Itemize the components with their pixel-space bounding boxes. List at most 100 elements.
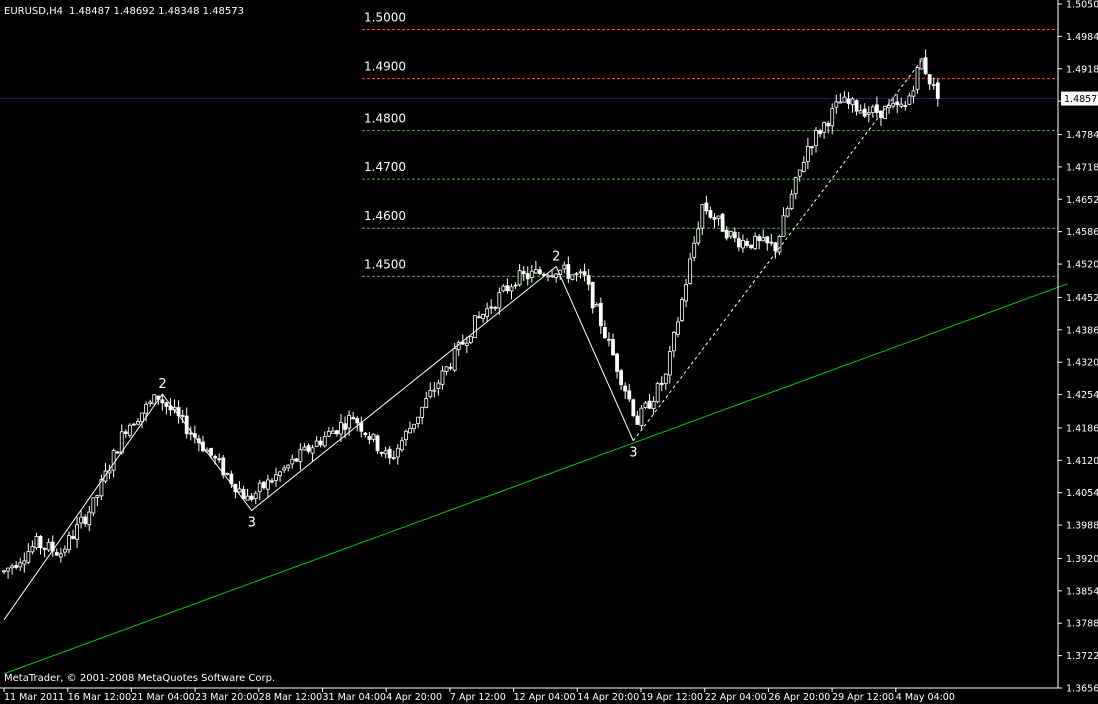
candle-body-bull bbox=[436, 382, 441, 389]
candle-body-bull bbox=[274, 474, 278, 481]
candle-body-bull bbox=[282, 467, 287, 471]
level-label-5: 1.4500 bbox=[364, 257, 406, 271]
y-tick-label: 1.44520 bbox=[1066, 293, 1098, 304]
candle-body-bull bbox=[440, 370, 445, 385]
candle-body-bull bbox=[850, 98, 855, 106]
candle-body-bull bbox=[899, 103, 904, 107]
candle-body-bull bbox=[684, 284, 688, 302]
candle-body-bull bbox=[314, 440, 319, 447]
candle-body-bull bbox=[842, 96, 847, 103]
candle bbox=[570, 274, 575, 281]
candle-body-bull bbox=[79, 516, 84, 524]
candle-body-bull bbox=[529, 270, 534, 278]
candle-body-bull bbox=[420, 406, 425, 418]
candle-body-bull bbox=[793, 177, 798, 195]
candle-body-bear bbox=[71, 536, 75, 539]
candle-body-bull bbox=[22, 560, 27, 565]
candle-body-bear bbox=[627, 390, 632, 400]
candle-body-bull bbox=[866, 112, 871, 115]
candle-body-bull bbox=[517, 270, 522, 286]
candle-body-bull bbox=[464, 342, 469, 346]
candle-body-bull bbox=[302, 446, 307, 451]
y-tick-label: 1.37880 bbox=[1066, 619, 1098, 630]
candle-body-bull bbox=[676, 321, 680, 335]
candle-body-bear bbox=[335, 430, 339, 435]
candle-body-bear bbox=[525, 273, 530, 280]
candle-body-bear bbox=[736, 238, 741, 248]
candle-body-bear bbox=[635, 415, 640, 425]
candle-body-bull bbox=[404, 430, 408, 441]
candle-body-bull bbox=[497, 292, 502, 309]
candle-body-bear bbox=[225, 472, 230, 475]
candle-body-bear bbox=[903, 105, 908, 107]
candle-body-bear bbox=[875, 104, 879, 113]
candle-body-bear bbox=[582, 271, 587, 276]
candle-body-bear bbox=[160, 399, 165, 404]
candle-body-bull bbox=[330, 430, 335, 434]
candle-body-bear bbox=[818, 130, 822, 135]
candle-body-bull bbox=[322, 436, 327, 447]
candle-body-bear bbox=[54, 552, 59, 556]
candle-body-bull bbox=[408, 427, 412, 434]
level-label-3: 1.4700 bbox=[364, 160, 406, 174]
candle-body-bull bbox=[801, 162, 806, 172]
candle-body-bull bbox=[680, 299, 684, 321]
candle-body-bull bbox=[509, 286, 514, 292]
candle-body-bear bbox=[862, 108, 867, 117]
candle-body-bear bbox=[306, 445, 311, 452]
chart-background bbox=[0, 0, 1098, 704]
candle-body-bear bbox=[854, 100, 859, 112]
candle bbox=[919, 58, 924, 70]
candle-body-bear bbox=[489, 306, 494, 309]
candle-body-bull bbox=[424, 398, 429, 408]
candle-body-bear bbox=[935, 82, 940, 99]
x-tick-label: 16 Mar 12:00 bbox=[68, 692, 131, 703]
candle-body-bull bbox=[594, 304, 599, 307]
candle-body-bear bbox=[631, 399, 636, 417]
candle-body-bear bbox=[846, 98, 851, 104]
price-chart[interactable]: 1.5000 1.4900 1.4800 1.4700 1.4600 1.4500 2 3 2… bbox=[0, 0, 1098, 704]
x-tick-label: 21 Mar 04:00 bbox=[131, 692, 194, 703]
candle-body-bull bbox=[95, 495, 100, 498]
candle-body-bear bbox=[757, 236, 762, 242]
candle-body-bear bbox=[773, 242, 778, 252]
candle-body-bear bbox=[607, 338, 611, 341]
candle-body-bull bbox=[91, 497, 96, 514]
candle-body-bull bbox=[473, 315, 477, 338]
x-tick-label: 29 Apr 12:00 bbox=[832, 692, 894, 703]
candle-body-bull bbox=[395, 447, 400, 458]
candle-body-bear bbox=[566, 264, 571, 279]
candle-body-bear bbox=[611, 339, 615, 356]
chart-ohlc-label: 1.48487 1.48692 1.48348 1.48573 bbox=[69, 6, 244, 17]
candle-body-bull bbox=[533, 269, 538, 274]
y-tick-label: 1.45860 bbox=[1066, 227, 1098, 238]
level-label-0: 1.5000 bbox=[364, 11, 406, 25]
candle-body-bull bbox=[838, 101, 843, 104]
level-label-2: 1.4800 bbox=[364, 112, 406, 126]
chart-symbol-label: EURUSD,H4 bbox=[4, 6, 63, 17]
candle-body-bull bbox=[326, 431, 331, 437]
candle-body-bull bbox=[111, 450, 116, 471]
candle bbox=[655, 381, 660, 404]
candle-body-bull bbox=[485, 308, 490, 317]
candle-body-bull bbox=[67, 535, 71, 550]
y-tick-label: 1.49180 bbox=[1066, 64, 1098, 75]
candle-body-bull bbox=[245, 495, 250, 501]
candle-body-bull bbox=[761, 237, 766, 242]
candle-body-bear bbox=[513, 284, 518, 287]
candle-body-bear bbox=[351, 416, 356, 420]
candle-body-bear bbox=[659, 382, 664, 385]
candle-body-bear bbox=[123, 431, 128, 434]
candle-body-bear bbox=[38, 536, 43, 549]
candle-body-bull bbox=[919, 58, 924, 70]
candle-body-bear bbox=[704, 202, 709, 212]
candle-body-bull bbox=[554, 273, 559, 278]
candle-body-bear bbox=[590, 281, 595, 309]
candle-body-bear bbox=[241, 488, 246, 500]
candle-body-bear bbox=[83, 516, 88, 524]
candle-body-bear bbox=[619, 370, 624, 386]
x-tick-label: 23 Mar 20:00 bbox=[195, 692, 258, 703]
candle-body-bull bbox=[907, 95, 912, 105]
candle-body-bear bbox=[164, 402, 169, 407]
candle-body-bear bbox=[521, 270, 526, 275]
